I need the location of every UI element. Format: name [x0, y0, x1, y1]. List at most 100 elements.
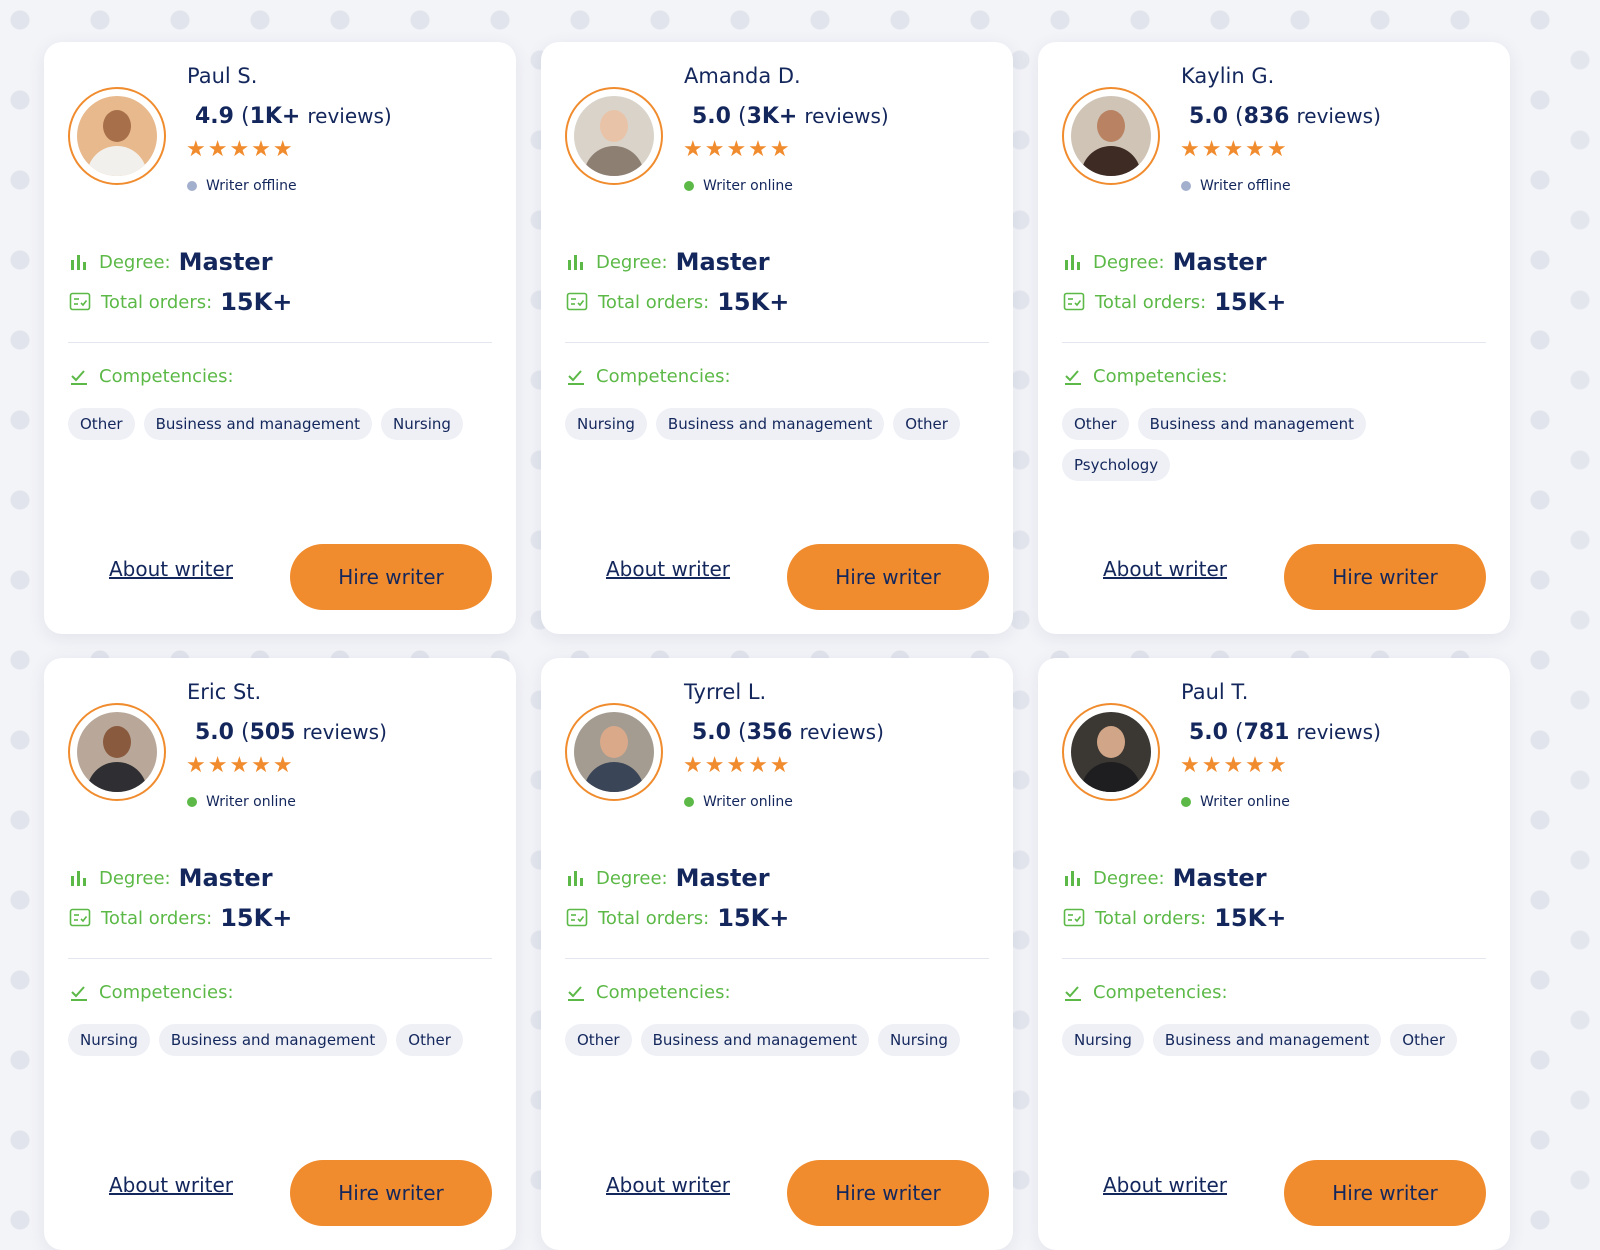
- competency-tag: Business and management: [1137, 408, 1366, 440]
- status-dot-icon: [1181, 797, 1191, 807]
- writer-card: Tyrrel L. 5.0 (356 reviews) ★★★★★ Writer…: [541, 658, 1013, 1250]
- writer-rating: 5.0 (836 reviews): [1189, 104, 1381, 129]
- competency-tag: Other: [1062, 408, 1129, 440]
- orders-list-icon: [566, 292, 588, 311]
- about-writer-link[interactable]: About writer: [606, 1152, 730, 1218]
- degree-row: Degree: Master: [69, 864, 273, 892]
- about-writer-link[interactable]: About writer: [1103, 1152, 1227, 1218]
- competencies-heading: Competencies:: [1063, 366, 1228, 387]
- bar-chart-icon: [568, 255, 583, 270]
- competency-tag: Other: [1390, 1024, 1457, 1056]
- writer-status: Writer offline: [187, 178, 297, 194]
- avatar: [1062, 87, 1160, 185]
- star-rating-icon: ★★★★★: [683, 753, 792, 778]
- hire-writer-button[interactable]: Hire writer: [1284, 544, 1486, 610]
- orders-list-icon: [1063, 292, 1085, 311]
- writer-name: Paul T.: [1181, 680, 1249, 704]
- writer-name: Tyrrel L.: [684, 680, 767, 704]
- star-rating-icon: ★★★★★: [1180, 137, 1289, 162]
- avatar: [565, 703, 663, 801]
- hire-writer-button[interactable]: Hire writer: [290, 1160, 492, 1226]
- divider: [68, 342, 492, 343]
- status-dot-icon: [1181, 181, 1191, 191]
- avatar: [68, 703, 166, 801]
- competency-tags: Nursing Business and management Other: [1062, 1024, 1492, 1056]
- competency-tags: Other Business and management Nursing: [68, 408, 498, 440]
- writer-card: Paul T. 5.0 (781 reviews) ★★★★★ Writer o…: [1038, 658, 1510, 1250]
- writer-status: Writer online: [684, 794, 793, 810]
- status-dot-icon: [684, 181, 694, 191]
- competency-tag: Nursing: [68, 1024, 150, 1056]
- competency-tag: Nursing: [1062, 1024, 1144, 1056]
- competency-tag: Other: [565, 1024, 632, 1056]
- star-rating-icon: ★★★★★: [186, 753, 295, 778]
- writer-status: Writer online: [684, 178, 793, 194]
- competency-tag: Business and management: [640, 1024, 869, 1056]
- degree-row: Degree: Master: [69, 248, 273, 276]
- competencies-heading: Competencies:: [566, 982, 731, 1003]
- check-icon: [568, 985, 584, 1001]
- status-dot-icon: [187, 181, 197, 191]
- degree-row: Degree: Master: [566, 248, 770, 276]
- competency-tags: Other Business and management Nursing: [565, 1024, 995, 1056]
- orders-list-icon: [1063, 908, 1085, 927]
- competency-tag: Psychology: [1062, 449, 1171, 481]
- competency-tag: Business and management: [655, 408, 885, 440]
- hire-writer-button[interactable]: Hire writer: [787, 544, 989, 610]
- competency-tag: Nursing: [877, 1024, 960, 1056]
- orders-list-icon: [69, 292, 91, 311]
- orders-row: Total orders: 15K+: [69, 288, 292, 316]
- writer-name: Amanda D.: [684, 64, 801, 88]
- writer-rating: 5.0 (3K+ reviews): [692, 104, 889, 129]
- avatar: [565, 87, 663, 185]
- divider: [565, 342, 989, 343]
- bar-chart-icon: [1065, 871, 1080, 886]
- competency-tag: Nursing: [565, 408, 647, 440]
- competency-tag: Business and management: [158, 1024, 388, 1056]
- degree-row: Degree: Master: [1063, 864, 1267, 892]
- orders-row: Total orders: 15K+: [1063, 288, 1286, 316]
- about-writer-link[interactable]: About writer: [1103, 536, 1227, 602]
- orders-row: Total orders: 15K+: [566, 288, 789, 316]
- competency-tag: Business and management: [1152, 1024, 1382, 1056]
- writer-status: Writer online: [187, 794, 296, 810]
- degree-row: Degree: Master: [566, 864, 770, 892]
- bar-chart-icon: [1065, 255, 1080, 270]
- competency-tags: Other Business and management Psychology: [1062, 408, 1392, 481]
- check-icon: [71, 985, 87, 1001]
- competency-tag: Nursing: [380, 408, 463, 440]
- writer-card: Eric St. 5.0 (505 reviews) ★★★★★ Writer …: [44, 658, 516, 1250]
- orders-row: Total orders: 15K+: [69, 904, 292, 932]
- check-icon: [1065, 985, 1081, 1001]
- writer-card: Paul S. 4.9 (1K+ reviews) ★★★★★ Writer o…: [44, 42, 516, 634]
- writer-name: Eric St.: [187, 680, 262, 704]
- competency-tag: Business and management: [143, 408, 372, 440]
- competencies-heading: Competencies:: [1063, 982, 1228, 1003]
- divider: [1062, 958, 1486, 959]
- bar-chart-icon: [71, 871, 86, 886]
- writer-card: Amanda D. 5.0 (3K+ reviews) ★★★★★ Writer…: [541, 42, 1013, 634]
- orders-list-icon: [69, 908, 91, 927]
- star-rating-icon: ★★★★★: [1180, 753, 1289, 778]
- about-writer-link[interactable]: About writer: [109, 1152, 233, 1218]
- status-dot-icon: [187, 797, 197, 807]
- about-writer-link[interactable]: About writer: [606, 536, 730, 602]
- divider: [565, 958, 989, 959]
- avatar: [1062, 703, 1160, 801]
- writer-name: Kaylin G.: [1181, 64, 1275, 88]
- writer-status: Writer online: [1181, 794, 1290, 810]
- orders-row: Total orders: 15K+: [1063, 904, 1286, 932]
- writer-card: Kaylin G. 5.0 (836 reviews) ★★★★★ Writer…: [1038, 42, 1510, 634]
- check-icon: [1065, 369, 1081, 385]
- writer-status: Writer offline: [1181, 178, 1291, 194]
- check-icon: [568, 369, 584, 385]
- hire-writer-button[interactable]: Hire writer: [290, 544, 492, 610]
- hire-writer-button[interactable]: Hire writer: [787, 1160, 989, 1226]
- writer-rating: 5.0 (356 reviews): [692, 720, 884, 745]
- hire-writer-button[interactable]: Hire writer: [1284, 1160, 1486, 1226]
- writer-rating: 5.0 (505 reviews): [195, 720, 387, 745]
- about-writer-link[interactable]: About writer: [109, 536, 233, 602]
- competency-tag: Other: [396, 1024, 463, 1056]
- bar-chart-icon: [568, 871, 583, 886]
- orders-list-icon: [566, 908, 588, 927]
